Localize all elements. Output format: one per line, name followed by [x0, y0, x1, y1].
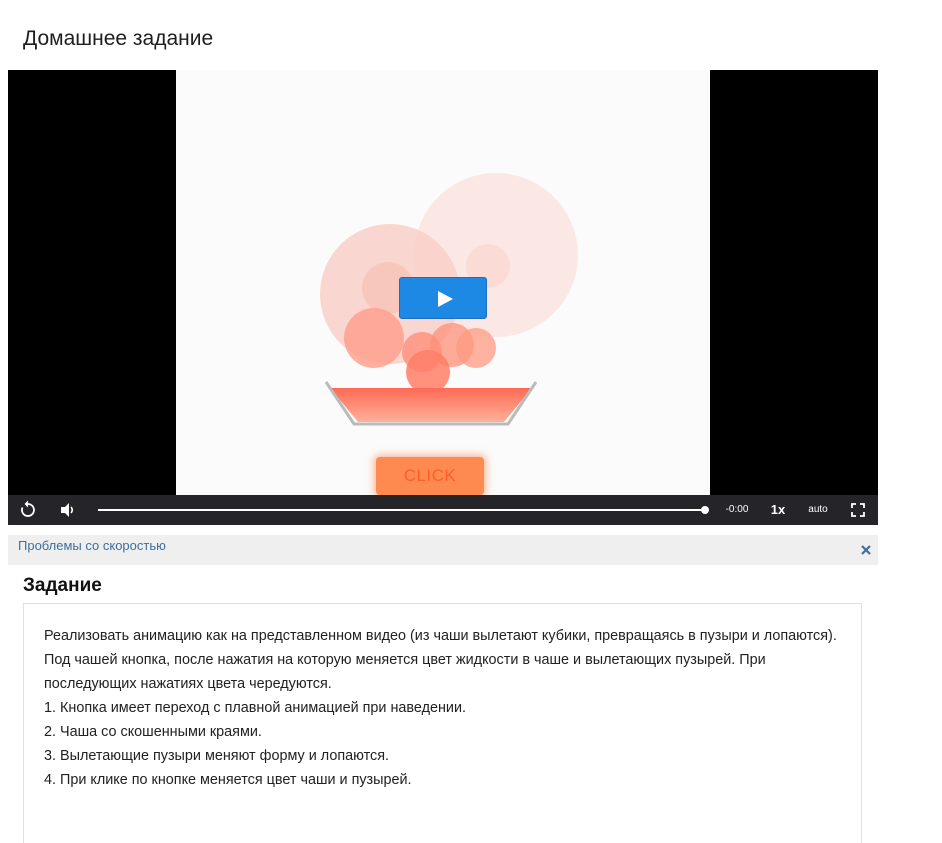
speed-problems-link[interactable]: Проблемы со скоростью	[18, 538, 166, 553]
bowl-liquid	[330, 388, 532, 422]
speed-button[interactable]: 1x	[766, 495, 790, 525]
bubble	[406, 350, 450, 394]
page-title: Домашнее задание	[23, 27, 214, 50]
task-paragraph: Реализовать анимацию как на представленн…	[44, 628, 837, 644]
video-frame[interactable]: CLICK	[176, 70, 710, 495]
task-heading: Задание	[23, 575, 102, 596]
click-button[interactable]: CLICK	[376, 457, 484, 495]
progress-handle[interactable]	[701, 506, 709, 514]
task-list-item: 3. Вылетающие пузыри меняют форму и лопа…	[44, 748, 390, 764]
task-list-item: 4. При клике по кнопке меняется цвет чаш…	[44, 772, 412, 788]
task-box: Реализовать анимацию как на представленн…	[23, 603, 862, 843]
task-paragraph: Под чашей кнопка, после нажатия на котор…	[44, 652, 766, 692]
close-icon[interactable]	[860, 543, 872, 555]
replay-icon[interactable]	[16, 495, 40, 525]
bubble	[344, 308, 404, 368]
time-display: -0:00	[725, 504, 749, 515]
play-button[interactable]	[399, 277, 487, 319]
speed-notice-bar: Проблемы со скоростью	[8, 535, 878, 565]
video-controls: -0:00 1x auto	[8, 495, 878, 525]
play-icon	[438, 291, 453, 307]
volume-icon[interactable]	[56, 495, 80, 525]
progress-bar[interactable]	[98, 509, 705, 511]
quality-button[interactable]: auto	[804, 495, 832, 525]
task-list-item: 2. Чаша со скошенными краями.	[44, 724, 262, 740]
video-player[interactable]: CLICK -0:00 1x auto	[8, 70, 878, 525]
task-description: Реализовать анимацию как на представленн…	[44, 624, 844, 792]
bubble	[456, 328, 496, 368]
fullscreen-icon[interactable]	[848, 495, 868, 525]
task-list-item: 1. Кнопка имеет переход с плавной анимац…	[44, 700, 466, 716]
